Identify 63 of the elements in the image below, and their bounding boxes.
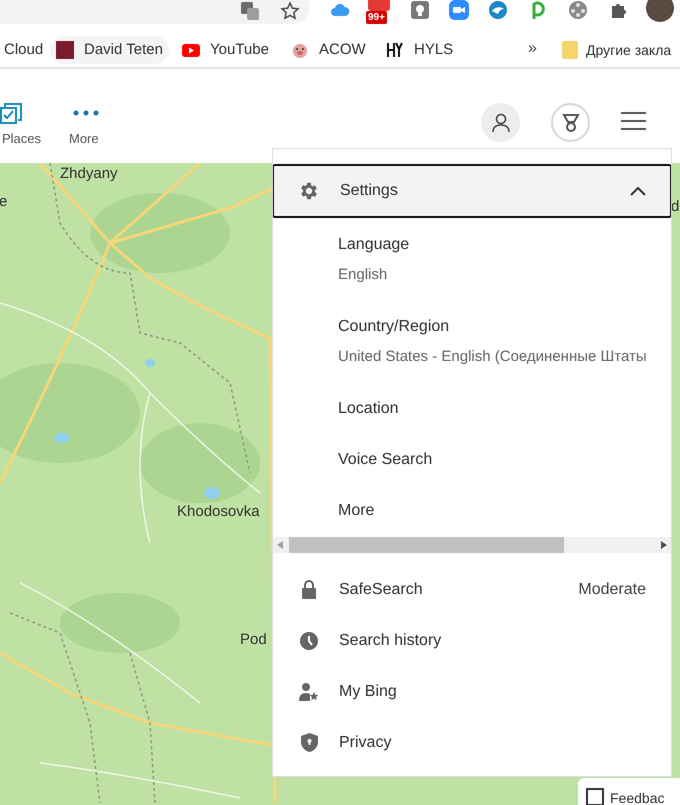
place-label: Zhdyany <box>60 164 118 184</box>
settings-link[interactable]: Country/Region <box>338 317 671 337</box>
bookmark[interactable]: Cloud <box>0 36 50 64</box>
clock-icon <box>300 632 318 650</box>
notification-badge: 99+ <box>366 11 387 24</box>
checkbox[interactable] <box>586 788 604 805</box>
checkbox-icon <box>0 103 22 125</box>
setting-value: Moderate <box>578 580 646 600</box>
settings-icon <box>298 180 320 202</box>
play-icon <box>182 44 200 56</box>
bulb-icon[interactable] <box>410 0 430 20</box>
bookmark[interactable]: HYLS <box>380 36 460 64</box>
rewards-button[interactable] <box>551 103 590 142</box>
scrollbar-thumb[interactable] <box>289 537 564 553</box>
nav-label[interactable]: Places <box>2 129 42 148</box>
pond <box>204 487 220 499</box>
bookmark[interactable]: ACOW <box>285 36 372 64</box>
place-label: d <box>671 197 680 217</box>
chevron-up-icon <box>630 186 646 196</box>
medal-icon <box>562 112 580 132</box>
pond <box>54 433 70 443</box>
user-star-icon <box>299 682 319 702</box>
video-camera-icon[interactable] <box>449 0 469 20</box>
settings-link[interactable]: More <box>338 501 671 521</box>
place-label: Pod <box>240 630 267 650</box>
menu-item[interactable]: Privacy <box>273 717 671 768</box>
lock-icon <box>301 580 317 599</box>
settings-link[interactable]: Voice Search <box>338 450 671 470</box>
avatar-icon[interactable] <box>646 0 674 22</box>
more-bookmarks-button[interactable]: » <box>526 37 539 61</box>
menu-icon[interactable] <box>621 112 646 130</box>
menu-item[interactable]: Search history <box>273 615 671 666</box>
bookmark[interactable]: YouTube <box>176 36 275 64</box>
user-icon <box>492 112 510 132</box>
settings-header[interactable]: Settings <box>273 164 671 218</box>
logo-icon <box>56 41 74 59</box>
puzzle-icon[interactable] <box>610 1 628 19</box>
settings-link[interactable]: Location <box>338 399 671 419</box>
menu-item[interactable]: My Bing <box>273 666 671 717</box>
pig-face-icon <box>291 41 309 59</box>
more-dots-icon[interactable] <box>73 110 99 116</box>
feedback-button[interactable]: Feedbac <box>578 778 680 805</box>
setting-value: United States - English (Соединенные Штаты <box>338 347 648 367</box>
account-button[interactable] <box>481 103 520 142</box>
cloud-icon[interactable] <box>330 3 350 17</box>
horizontal-scrollbar[interactable] <box>273 537 671 553</box>
place-label: e <box>0 192 8 212</box>
nav-label[interactable]: More <box>69 129 99 148</box>
pond <box>145 359 155 367</box>
shield-icon <box>300 733 318 752</box>
bookmark[interactable]: David Teten <box>50 36 169 64</box>
film-reel-icon[interactable] <box>568 0 588 20</box>
menu-item[interactable]: SafeSearch Moderate <box>273 564 671 615</box>
logo-icon <box>386 41 404 59</box>
translate-icon[interactable] <box>240 1 260 21</box>
folder-icon <box>562 41 578 59</box>
settings-link[interactable]: Language <box>338 235 671 255</box>
scroll-right-icon[interactable] <box>661 541 667 549</box>
place-label: Khodosovka <box>177 502 260 522</box>
bird-icon[interactable] <box>488 0 508 20</box>
star-icon[interactable] <box>280 1 300 21</box>
bookmark-folder[interactable]: Другие закла <box>562 36 672 64</box>
setting-value: English <box>338 265 388 285</box>
